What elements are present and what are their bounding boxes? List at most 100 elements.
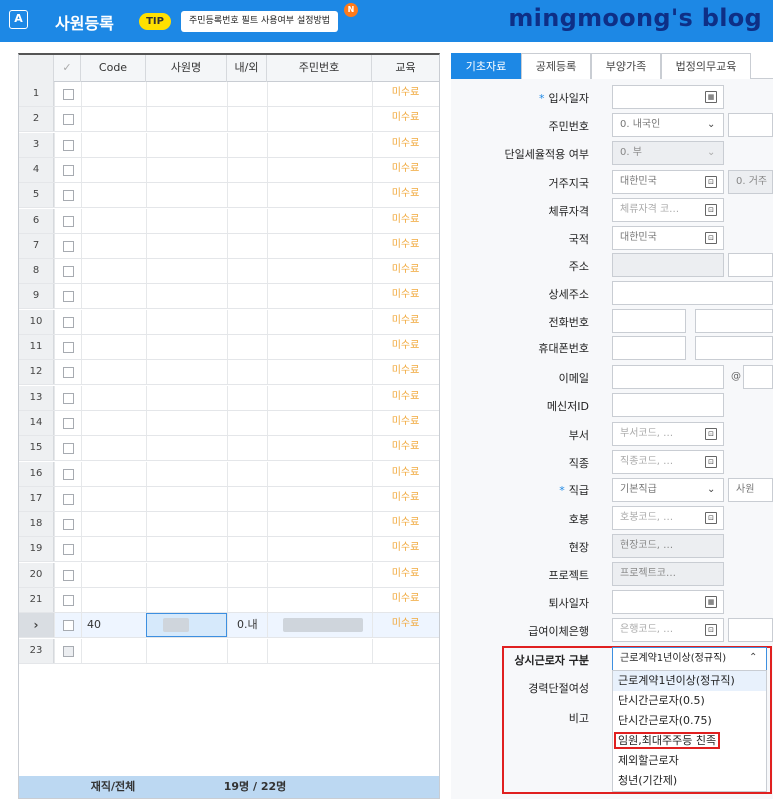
table-row[interactable]: 4 미수료 (19, 157, 439, 183)
grid-header-code[interactable]: Code (81, 55, 146, 82)
table-row[interactable]: 9 미수료 (19, 284, 439, 310)
row-checkbox[interactable] (63, 493, 74, 505)
single-tax-select[interactable]: 0. 부 ⌄ (612, 141, 724, 165)
option-excluded[interactable]: 제외할근로자 (613, 751, 766, 771)
code-help-icon[interactable]: ⊡ (705, 624, 717, 636)
row-checkbox[interactable] (63, 215, 74, 227)
row-checkbox[interactable] (63, 544, 74, 556)
table-row[interactable]: 13 미수료 (19, 385, 439, 411)
mobile-input-1[interactable] (612, 336, 686, 360)
option-part-time-075[interactable]: 단시간근로자(0.75) (613, 711, 766, 731)
option-youth-fixed-term[interactable]: 청년(기간제) (613, 771, 766, 791)
tab-dependents[interactable]: 부양가족 (591, 53, 661, 79)
row-checkbox[interactable] (63, 595, 74, 606)
regular-worker-select[interactable]: 근로계약1년이상(정규직) ⌃ (612, 647, 767, 671)
table-row[interactable]: 8 미수료 (19, 259, 439, 285)
row-checkbox[interactable] (63, 620, 74, 632)
resident-type-select[interactable]: 0. 내국인 ⌄ (612, 113, 724, 137)
grid-header-check[interactable]: ✓ (54, 55, 81, 82)
resident-number-input[interactable] (728, 113, 773, 137)
table-row[interactable]: 19 미수료 (19, 537, 439, 563)
table-row[interactable]: 21 미수료 (19, 588, 439, 613)
grid-header-name[interactable]: 사원명 (146, 55, 227, 82)
table-row[interactable]: 1 미수료 (19, 82, 439, 107)
row-checkbox[interactable] (63, 316, 74, 328)
row-checkbox[interactable] (63, 468, 74, 480)
phone-input-2[interactable] (695, 309, 773, 333)
table-row[interactable]: 17 미수료 (19, 486, 439, 512)
table-row[interactable]: 11 미수료 (19, 335, 439, 360)
stay-input[interactable]: 체류자격 코… ⊡ (612, 198, 724, 222)
address-detail-input[interactable] (612, 281, 773, 305)
code-help-icon[interactable]: ⊡ (705, 232, 717, 244)
grid-header-resident-no[interactable]: 주민번호 (267, 55, 372, 82)
calendar-icon[interactable]: ▦ (705, 596, 717, 608)
table-row[interactable]: 14 미수료 (19, 410, 439, 436)
row-checkbox[interactable] (63, 240, 74, 252)
zipcode-input[interactable] (612, 253, 724, 277)
account-input[interactable] (728, 618, 773, 642)
tip-badge[interactable]: TIP (139, 13, 171, 30)
option-part-time-05[interactable]: 단시간근로자(0.5) (613, 691, 766, 711)
code-help-icon[interactable]: ⊡ (705, 204, 717, 216)
address-input[interactable] (728, 253, 773, 277)
code-help-icon[interactable]: ⊡ (705, 512, 717, 524)
inout-value[interactable]: 0.내 (237, 613, 258, 637)
email-domain-input[interactable] (743, 365, 773, 389)
table-row[interactable]: 15 미수료 (19, 436, 439, 462)
table-row[interactable]: 18 미수료 (19, 512, 439, 538)
selected-row[interactable]: › 40 0.내 미수료 (19, 613, 439, 639)
job-input[interactable]: 직종코드, … ⊡ (612, 450, 724, 474)
row-checkbox[interactable] (63, 367, 74, 379)
residence-input[interactable]: 대한민국 ⊡ (612, 170, 724, 194)
tab-deduction[interactable]: 공제등록 (521, 53, 591, 79)
mobile-input-2[interactable] (695, 336, 773, 360)
row-checkbox[interactable] (63, 164, 74, 176)
row-checkbox[interactable] (63, 392, 74, 404)
employee-code[interactable]: 40 (87, 613, 101, 637)
table-row[interactable]: 6 미수료 (19, 208, 439, 234)
row-checkbox[interactable] (63, 114, 74, 126)
row-checkbox[interactable] (63, 266, 74, 278)
nationality-input[interactable]: 대한민국 ⊡ (612, 226, 724, 250)
row-checkbox[interactable] (63, 417, 74, 429)
table-row[interactable]: 3 미수료 (19, 132, 439, 158)
code-help-icon[interactable]: ⊡ (705, 456, 717, 468)
new-row[interactable]: 23 (19, 638, 439, 664)
grid-header-inout[interactable]: 내/외 (227, 55, 267, 82)
row-checkbox[interactable] (63, 443, 74, 455)
grade-input[interactable]: 호봉코드, … ⊡ (612, 506, 724, 530)
messenger-input[interactable] (612, 393, 724, 417)
option-regular[interactable]: 근로계약1년이상(정규직) (613, 671, 766, 691)
row-checkbox[interactable] (63, 519, 74, 531)
table-row[interactable]: 12 미수료 (19, 360, 439, 386)
tab-basic[interactable]: 기초자료 (451, 53, 521, 79)
phone-input-1[interactable] (612, 309, 686, 333)
row-checkbox[interactable] (63, 342, 74, 353)
bank-input[interactable]: 은행코드, … ⊡ (612, 618, 724, 642)
row-checkbox[interactable] (63, 291, 74, 303)
code-help-icon[interactable]: ⊡ (705, 428, 717, 440)
hire-date-input[interactable]: ▦ (612, 85, 724, 109)
row-checkbox[interactable] (63, 645, 74, 657)
rank-select[interactable]: 기본직급 ⌄ (612, 478, 724, 502)
table-row[interactable]: 10 미수료 (19, 309, 439, 335)
table-row[interactable]: 2 미수료 (19, 107, 439, 133)
table-row[interactable]: 20 미수료 (19, 562, 439, 588)
row-checkbox[interactable] (63, 89, 74, 100)
dept-input[interactable]: 부서코드, … ⊡ (612, 422, 724, 446)
code-help-icon[interactable]: ⊡ (705, 176, 717, 188)
leave-date-input[interactable]: ▦ (612, 590, 724, 614)
tip-link[interactable]: 주민등록번호 필트 사용여부 설정방법 (181, 11, 339, 32)
row-checkbox[interactable] (63, 139, 74, 151)
option-executive-relative[interactable]: 임원,최대주주등 친족 (613, 731, 766, 751)
tab-legal-education[interactable]: 법정의무교육 (661, 53, 751, 79)
table-row[interactable]: 5 미수료 (19, 183, 439, 209)
row-checkbox[interactable] (63, 569, 74, 581)
email-id-input[interactable] (612, 365, 724, 389)
grid-header-education[interactable]: 교육 (372, 55, 439, 82)
calendar-icon[interactable]: ▦ (705, 91, 717, 103)
table-row[interactable]: 16 미수료 (19, 461, 439, 487)
row-checkbox[interactable] (63, 190, 74, 202)
table-row[interactable]: 7 미수료 (19, 233, 439, 259)
